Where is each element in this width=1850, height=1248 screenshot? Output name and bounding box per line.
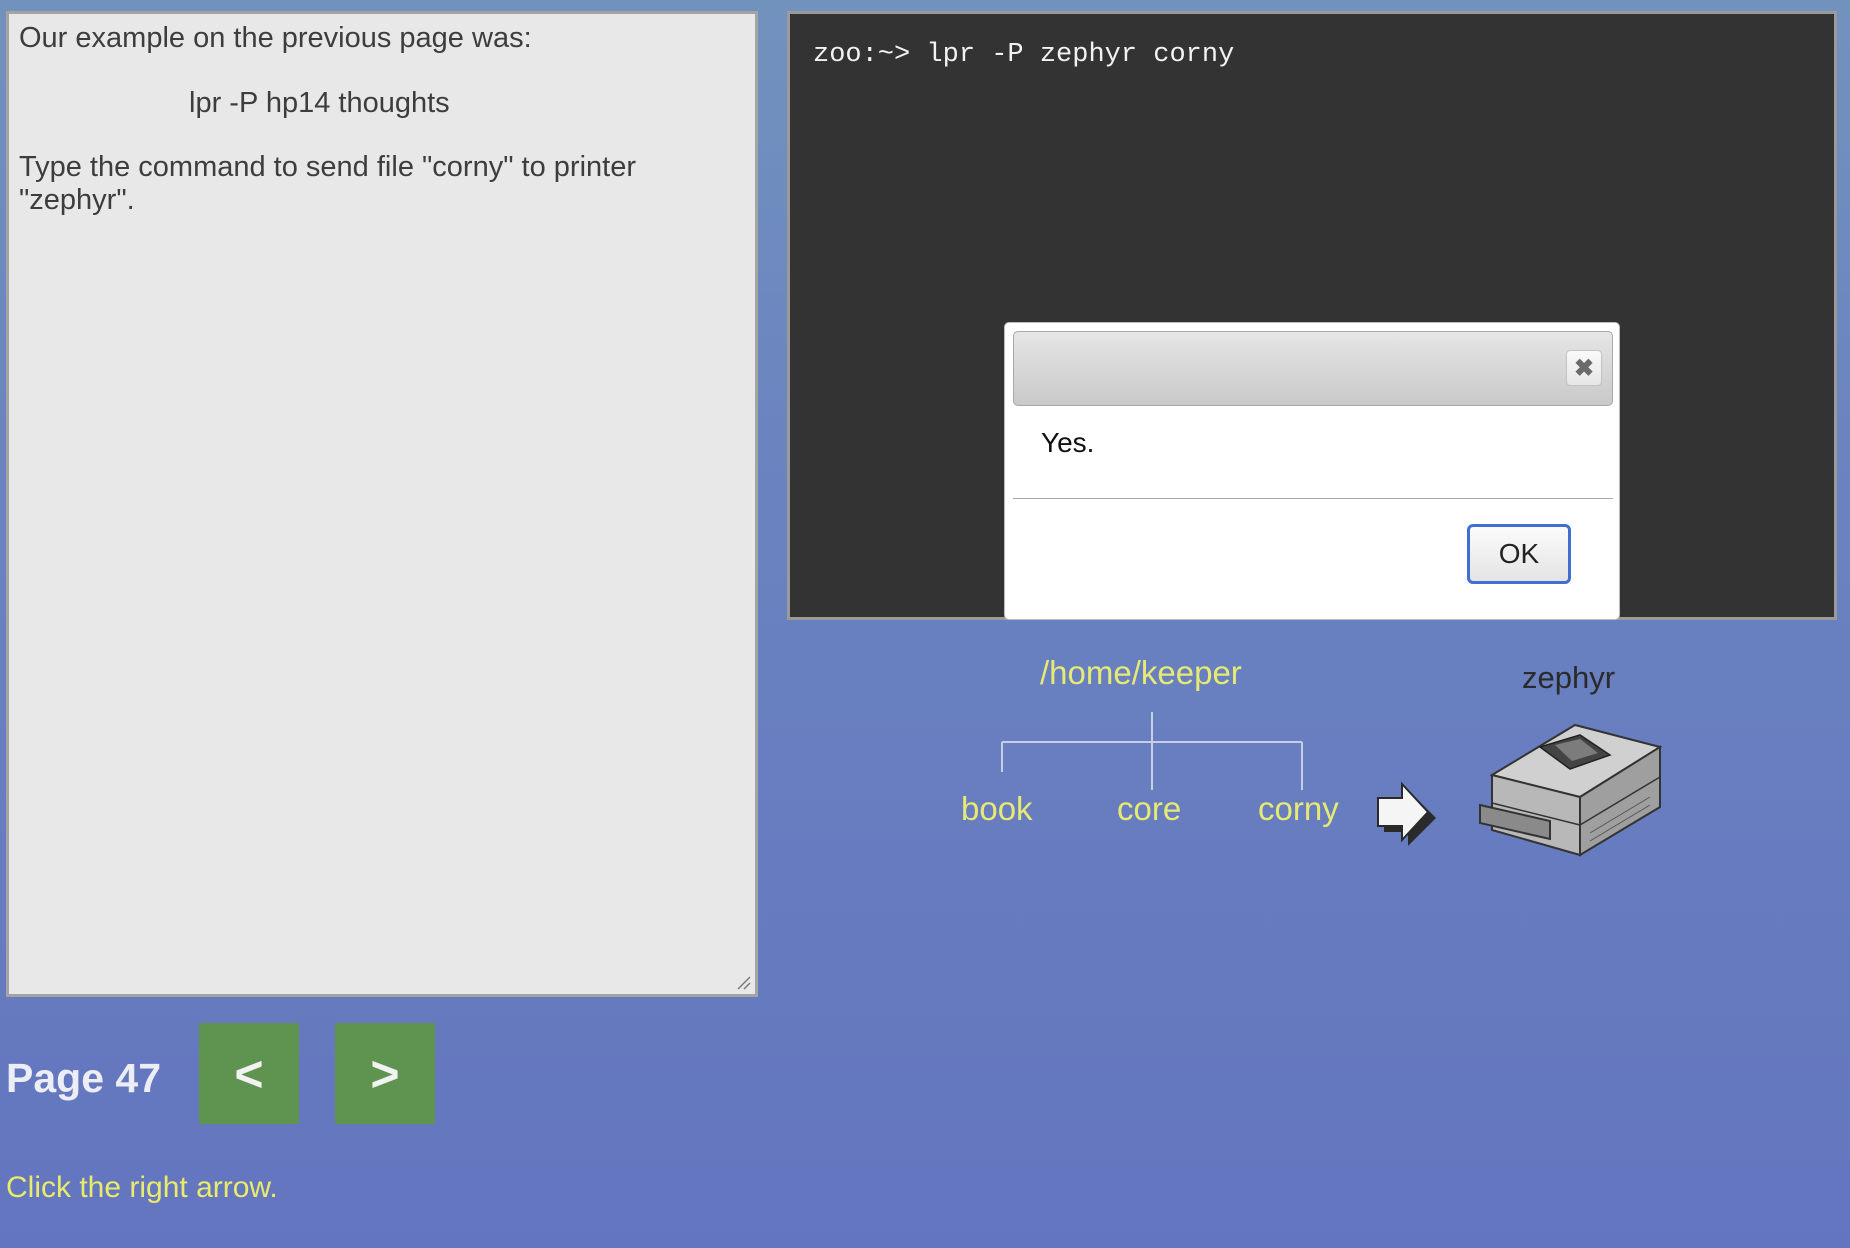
- directory-label: /home/keeper: [1040, 654, 1242, 691]
- printer-icon: [1479, 723, 1663, 857]
- dialog-divider: [1013, 498, 1613, 499]
- printer-label: zephyr: [1522, 660, 1616, 695]
- file-label-corny: corny: [1258, 790, 1339, 827]
- lesson-intro: Our example on the previous page was:: [19, 22, 532, 54]
- dialog-titlebar: ✖: [1013, 331, 1613, 406]
- next-page-button[interactable]: >: [335, 1023, 435, 1124]
- resize-grip-icon[interactable]: [735, 974, 751, 990]
- hint-text: Click the right arrow.: [6, 1171, 278, 1204]
- ok-button[interactable]: OK: [1467, 524, 1571, 584]
- previous-page-button[interactable]: <: [199, 1023, 299, 1124]
- lesson-example-command: lpr -P hp14 thoughts: [189, 87, 450, 119]
- close-icon[interactable]: ✖: [1566, 350, 1602, 386]
- right-arrow-icon: [1377, 781, 1436, 846]
- terminal-command-line: zoo:~> lpr -P zephyr corny: [813, 40, 1235, 70]
- lesson-task: Type the command to send file "corny" to…: [19, 151, 637, 216]
- file-label-book: book: [961, 790, 1033, 827]
- print-diagram: /home/keeper book core corny zephyr: [950, 650, 1730, 870]
- page-number: Page 47: [6, 1055, 161, 1101]
- file-label-core: core: [1117, 790, 1182, 827]
- alert-dialog: ✖ Yes. OK: [1004, 322, 1620, 620]
- dialog-message: Yes.: [1041, 427, 1095, 458]
- lesson-panel: Our example on the previous page was: lp…: [6, 11, 758, 997]
